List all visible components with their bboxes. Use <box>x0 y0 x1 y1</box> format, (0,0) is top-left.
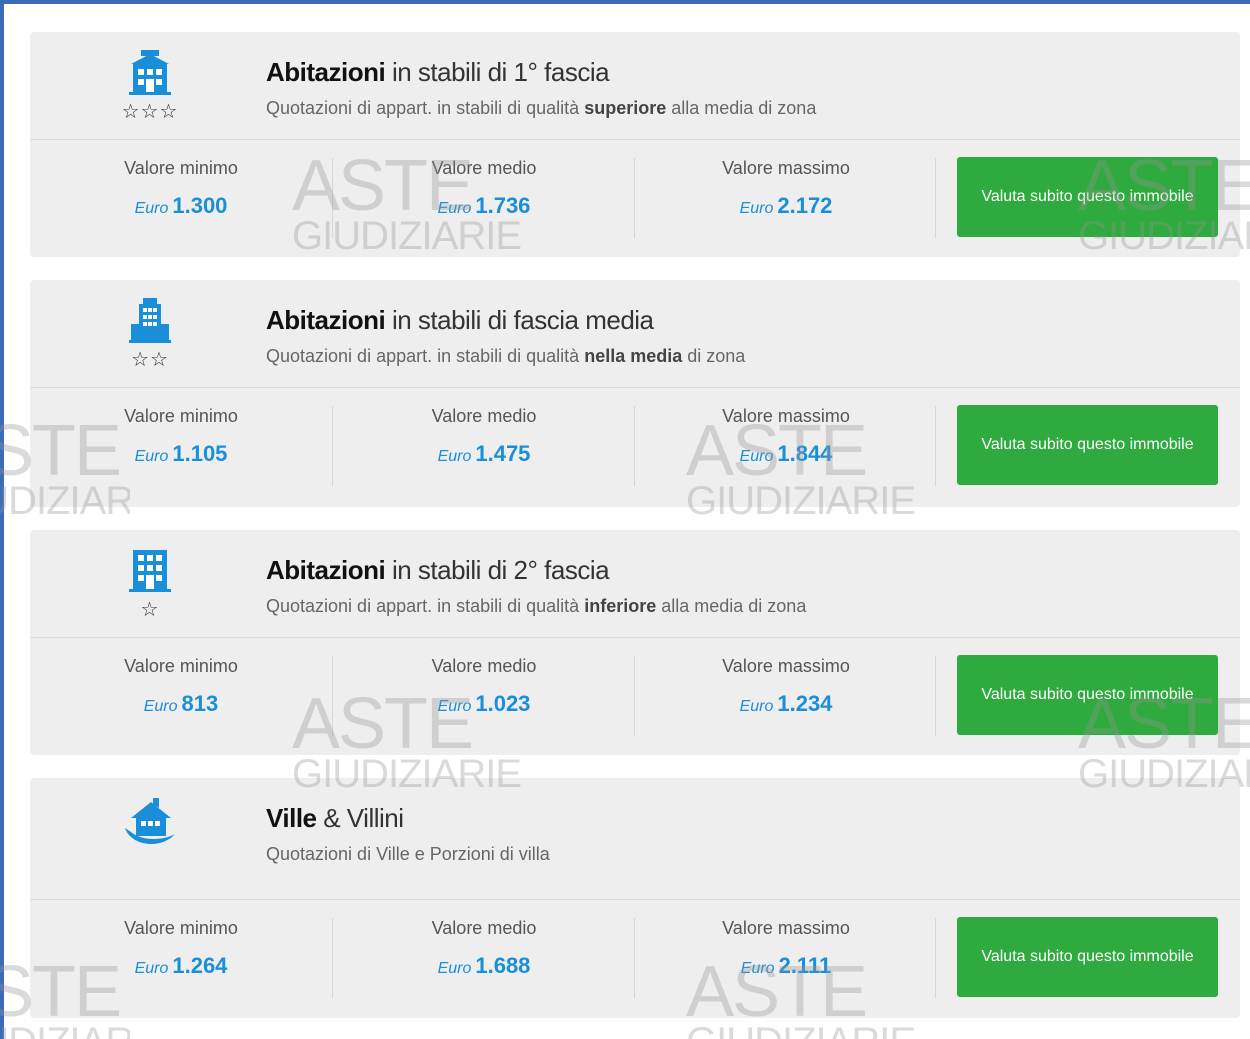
card-title: Abitazioni in stabili di fascia media <box>266 305 654 336</box>
card-title: Abitazioni in stabili di 1° fascia <box>266 57 610 88</box>
subtitle-post: alla media di zona <box>666 98 817 118</box>
villa-icon <box>125 798 175 845</box>
evaluate-property-button[interactable]: Valuta subito questo immobile <box>957 405 1218 485</box>
subtitle-bold: superiore <box>584 98 667 118</box>
card-values: Valore minimo Euro 1.264 Valore medio Eur… <box>30 900 1240 1018</box>
value-min-label: Valore minimo <box>124 406 238 426</box>
card-icon-group: ☆ <box>118 546 182 620</box>
value-mid-amount: Euro 1.736 <box>437 193 531 218</box>
cta-divider <box>935 158 937 238</box>
value-mid-label: Valore medio <box>431 406 537 426</box>
value-min-amount: Euro 1.300 <box>134 193 228 218</box>
value-max: Valore massimo Euro 2.111 <box>634 918 937 998</box>
value-min: Valore minimo Euro 813 <box>30 656 332 736</box>
value-max-label: Valore massimo <box>722 158 850 178</box>
subtitle-bold: inferiore <box>584 596 657 616</box>
evaluate-property-button[interactable]: Valuta subito questo immobile <box>957 157 1218 237</box>
subtitle-pre: Quotazioni di appart. in stabili di qual… <box>266 98 585 118</box>
cta-divider <box>935 918 937 998</box>
card-header: Ville & Villini Quotazioni di Ville e Po… <box>30 778 1240 900</box>
value-min-amount: Euro 813 <box>143 691 219 716</box>
card-title: Abitazioni in stabili di 2° fascia <box>266 555 610 586</box>
building-first-class-icon <box>129 50 171 95</box>
subtitle-pre: Quotazioni di appart. in stabili di qual… <box>266 346 585 366</box>
title-rest: in stabili di 2° fascia <box>385 555 610 585</box>
quotation-card-first-class: ☆☆☆ Abitazioni in stabili di 1° fascia Q… <box>30 32 1240 257</box>
value-mid-label: Valore medio <box>431 656 537 676</box>
building-second-class-icon <box>129 550 171 592</box>
card-values: Valore minimo Euro 1.300 Valore medio Eur… <box>30 140 1240 257</box>
rating-stars: ☆☆☆ <box>121 99 179 123</box>
value-max: Valore massimo Euro 1.844 <box>634 406 937 486</box>
card-icon-group <box>118 794 182 854</box>
card-subtitle: Quotazioni di appart. in stabili di qual… <box>266 346 745 367</box>
evaluate-property-button[interactable]: Valuta subito questo immobile <box>957 655 1218 735</box>
subtitle-bold: nella media <box>584 346 683 366</box>
subtitle-pre: Quotazioni di Ville e Porzioni di villa <box>266 844 550 864</box>
card-icon-group: ☆☆ <box>118 296 182 370</box>
title-bold: Ville <box>266 803 317 833</box>
card-values: Valore minimo Euro 1.105 Valore medio Eur… <box>30 388 1240 507</box>
card-title: Ville & Villini <box>266 803 404 834</box>
building-medium-class-icon <box>129 298 171 343</box>
card-header: ☆☆☆ Abitazioni in stabili di 1° fascia Q… <box>30 32 1240 140</box>
value-min: Valore minimo Euro 1.300 <box>30 158 332 238</box>
card-icon-group: ☆☆☆ <box>118 48 182 122</box>
value-min: Valore minimo Euro 1.264 <box>30 918 332 998</box>
rating-stars: ☆ <box>140 597 160 621</box>
card-header: ☆ Abitazioni in stabili di 2° fascia Quo… <box>30 530 1240 638</box>
card-subtitle: Quotazioni di Ville e Porzioni di villa <box>266 844 550 865</box>
subtitle-post: alla media di zona <box>656 596 807 616</box>
value-max-label: Valore massimo <box>722 406 850 426</box>
card-subtitle: Quotazioni di appart. in stabili di qual… <box>266 98 816 119</box>
title-bold: Abitazioni <box>266 57 386 87</box>
value-max-amount: Euro 1.844 <box>739 441 833 466</box>
title-rest: in stabili di fascia media <box>385 305 654 335</box>
cta-divider <box>935 406 937 486</box>
evaluate-property-button[interactable]: Valuta subito questo immobile <box>957 917 1218 997</box>
value-max-label: Valore massimo <box>722 656 850 676</box>
title-rest: & Villini <box>316 803 404 833</box>
value-min-label: Valore minimo <box>124 918 238 938</box>
value-mid: Valore medio Euro 1.475 <box>332 406 635 486</box>
value-min: Valore minimo Euro 1.105 <box>30 406 332 486</box>
value-mid-amount: Euro 1.023 <box>437 691 531 716</box>
card-values: Valore minimo Euro 813 Valore medio Euro 1… <box>30 638 1240 755</box>
value-mid: Valore medio Euro 1.736 <box>332 158 635 238</box>
subtitle-pre: Quotazioni di appart. in stabili di qual… <box>266 596 585 616</box>
value-min-label: Valore minimo <box>124 158 238 178</box>
value-mid-label: Valore medio <box>431 158 537 178</box>
value-min-amount: Euro 1.105 <box>134 441 228 466</box>
value-max: Valore massimo Euro 1.234 <box>634 656 937 736</box>
rating-stars: ☆☆ <box>131 347 169 371</box>
value-min-amount: Euro 1.264 <box>134 953 228 978</box>
subtitle-post: di zona <box>682 346 746 366</box>
value-mid: Valore medio Euro 1.688 <box>332 918 635 998</box>
value-mid-amount: Euro 1.688 <box>437 953 531 978</box>
value-max-amount: Euro 2.111 <box>740 953 832 978</box>
value-mid-label: Valore medio <box>431 918 537 938</box>
cta-divider <box>935 656 937 736</box>
quotation-card-villas: Ville & Villini Quotazioni di Ville e Po… <box>30 778 1240 1018</box>
quotation-card-second-class: ☆ Abitazioni in stabili di 2° fascia Quo… <box>30 530 1240 755</box>
value-max-amount: Euro 1.234 <box>739 691 833 716</box>
value-mid: Valore medio Euro 1.023 <box>332 656 635 736</box>
title-bold: Abitazioni <box>266 555 386 585</box>
value-max: Valore massimo Euro 2.172 <box>634 158 937 238</box>
value-min-label: Valore minimo <box>124 656 238 676</box>
card-header: ☆☆ Abitazioni in stabili di fascia media… <box>30 280 1240 388</box>
title-rest: in stabili di 1° fascia <box>385 57 610 87</box>
title-bold: Abitazioni <box>266 305 386 335</box>
value-mid-amount: Euro 1.475 <box>437 441 531 466</box>
value-max-label: Valore massimo <box>722 918 850 938</box>
value-max-amount: Euro 2.172 <box>739 193 833 218</box>
quotation-card-medium-class: ☆☆ Abitazioni in stabili di fascia media… <box>30 280 1240 507</box>
card-subtitle: Quotazioni di appart. in stabili di qual… <box>266 596 806 617</box>
